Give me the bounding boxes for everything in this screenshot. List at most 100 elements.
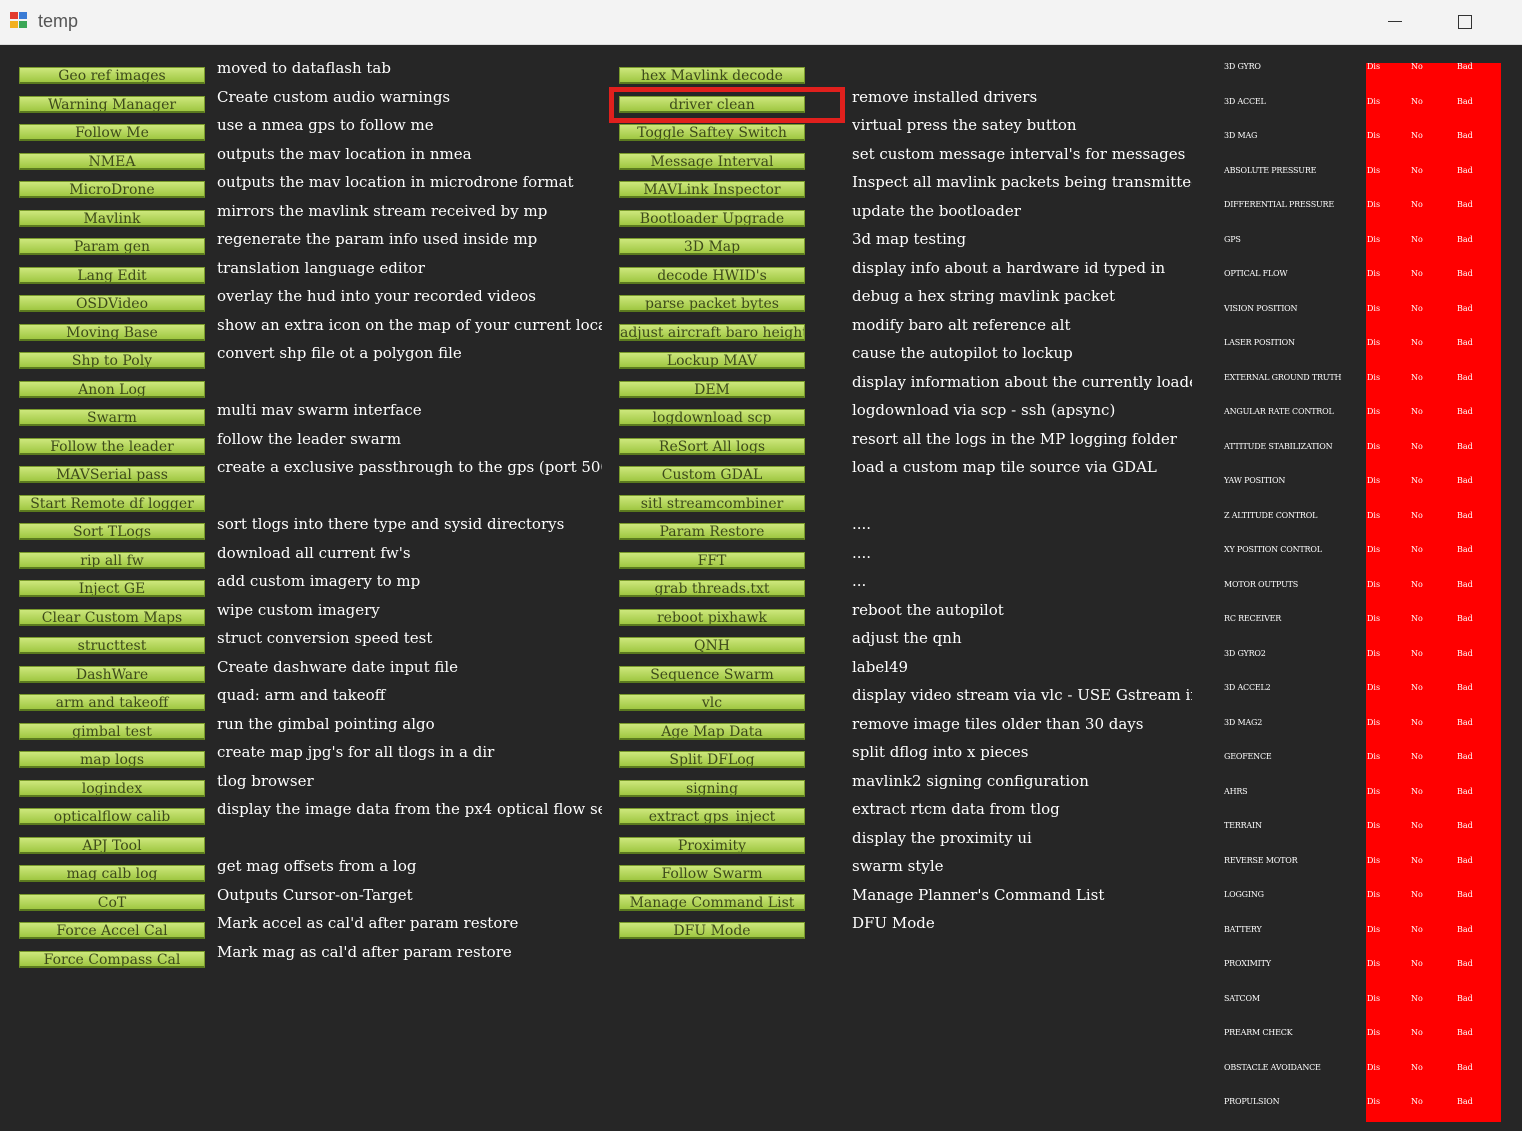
lang-edit-description: translation language editor <box>217 258 425 277</box>
apj-tool-button[interactable]: APJ Tool <box>19 836 205 854</box>
opticalflow-calib-button[interactable]: opticalflow calib <box>19 808 205 825</box>
driver-clean-button[interactable]: driver clean <box>619 95 805 113</box>
rip-all-fw-button[interactable]: rip all fw <box>19 551 205 569</box>
param-restore-button[interactable]: Param Restore <box>619 523 805 540</box>
gimbal-test-button[interactable]: gimbal test <box>19 722 205 740</box>
cot-button[interactable]: CoT <box>19 893 205 911</box>
dem-button[interactable]: DEM <box>619 380 805 398</box>
vlc-button[interactable]: vlc <box>619 694 805 711</box>
manage-command-list-button[interactable]: Manage Command List <box>619 893 805 911</box>
3d-map-button[interactable]: 3D Map <box>619 238 805 255</box>
bootloader-upgrade-button[interactable]: Bootloader Upgrade <box>619 209 805 227</box>
hex-mavlink-decode-button[interactable]: hex Mavlink decode <box>619 67 805 84</box>
start-remote-df-logger-button[interactable]: Start Remote df logger <box>19 494 205 512</box>
osdvideo-button[interactable]: OSDVideo <box>19 295 205 312</box>
mag-calb-log-button[interactable]: mag calb log <box>19 865 205 882</box>
rip-all-fw-description: download all current fw's <box>217 543 411 562</box>
resort-all-logs-button[interactable]: ReSort All logs <box>619 437 805 455</box>
lang-edit-button[interactable]: Lang Edit <box>19 266 205 284</box>
sensor-status-dis: Dis <box>1367 890 1381 899</box>
extract-gps-inject-button[interactable]: extract gps_inject <box>619 808 805 825</box>
clear-custom-maps-button[interactable]: Clear Custom Maps <box>19 608 205 626</box>
sitl-streamcombiner-button[interactable]: sitl streamcombiner <box>619 494 805 512</box>
sensor-status-bad: Bad <box>1457 614 1473 623</box>
sensor-status-no: No <box>1411 890 1423 899</box>
inject-ge-button[interactable]: Inject GE <box>19 580 205 597</box>
grab-threads-txt-button[interactable]: grab threads.txt <box>619 580 805 597</box>
cot-description: Outputs Cursor-on-Target <box>217 885 413 904</box>
moving-base-description: show an extra icon on the map of your cu… <box>217 315 602 334</box>
sensor-status-dis: Dis <box>1367 821 1381 830</box>
nmea-button[interactable]: NMEA <box>19 152 205 170</box>
sensor-status-dis: Dis <box>1367 476 1381 485</box>
age-map-data-button[interactable]: Age Map Data <box>619 722 805 740</box>
fft-button[interactable]: FFT <box>619 551 805 569</box>
decode-hwid-s-button[interactable]: decode HWID's <box>619 266 805 284</box>
dfu-mode-description: DFU Mode <box>852 914 935 932</box>
sensor-name-rc-receiver: RC RECEIVER <box>1224 614 1282 623</box>
sort-tlogs-button[interactable]: Sort TLogs <box>19 523 205 540</box>
map-logs-button[interactable]: map logs <box>19 751 205 768</box>
mavlink-inspector-button[interactable]: MAVLink Inspector <box>619 181 805 198</box>
structtest-button[interactable]: structtest <box>19 637 205 654</box>
custom-gdal-description: load a custom map tile source via GDAL <box>852 458 1157 476</box>
sensor-status-bad: Bad <box>1457 165 1473 175</box>
age-map-data-description: remove image tiles older than 30 days <box>852 714 1144 733</box>
sensor-status-dis: Dis <box>1367 752 1381 761</box>
split-dflog-button[interactable]: Split DFLog <box>619 751 805 768</box>
dem-description: display information about the currently … <box>852 372 1192 391</box>
lockup-mav-button[interactable]: Lockup MAV <box>619 352 805 369</box>
sensor-status-no: No <box>1411 924 1423 934</box>
adjust-aircraft-baro-height-button[interactable]: adjust aircraft baro height <box>619 323 805 341</box>
sensor-status-dis: Dis <box>1367 234 1381 244</box>
toggle-saftey-switch-button[interactable]: Toggle Saftey Switch <box>619 124 805 141</box>
moving-base-button[interactable]: Moving Base <box>19 323 205 341</box>
sensor-status-no: No <box>1411 62 1423 71</box>
maximize-icon[interactable] <box>1450 8 1480 36</box>
follow-the-leader-button[interactable]: Follow the leader <box>19 437 205 455</box>
mavlink-button[interactable]: Mavlink <box>19 209 205 227</box>
dfu-mode-button[interactable]: DFU Mode <box>619 922 805 939</box>
sensor-status-bad: Bad <box>1457 752 1473 761</box>
sensor-status-dis: Dis <box>1367 338 1381 347</box>
follow-me-button[interactable]: Follow Me <box>19 124 205 141</box>
shp-to-poly-button[interactable]: Shp to Poly <box>19 352 205 369</box>
signing-button[interactable]: signing <box>619 779 805 797</box>
sensor-status-no: No <box>1411 407 1423 416</box>
sensor-status-no: No <box>1411 96 1423 106</box>
manage-command-list-description: Manage Planner's Command List <box>852 885 1105 904</box>
clear-custom-maps-description: wipe custom imagery <box>217 600 380 619</box>
minimize-icon[interactable] <box>1380 8 1410 36</box>
swarm-button[interactable]: Swarm <box>19 409 205 426</box>
sensor-status-no: No <box>1411 1028 1423 1037</box>
warning-manager-button[interactable]: Warning Manager <box>19 95 205 113</box>
sensor-name-differential-pressure: DIFFERENTIAL PRESSURE <box>1224 200 1334 209</box>
logdownload-scp-button[interactable]: logdownload scp <box>619 409 805 426</box>
qnh-button[interactable]: QNH <box>619 637 805 654</box>
mavserial-pass-button[interactable]: MAVSerial pass <box>19 466 205 483</box>
proximity-button[interactable]: Proximity <box>619 836 805 854</box>
sensor-name-ahrs: AHRS <box>1224 786 1248 796</box>
sensor-name-3d-mag2: 3D MAG2 <box>1224 717 1263 727</box>
sensor-status-dis: Dis <box>1367 579 1381 589</box>
message-interval-button[interactable]: Message Interval <box>619 152 805 170</box>
logindex-button[interactable]: logindex <box>19 779 205 797</box>
sensor-name-optical-flow: OPTICAL FLOW <box>1224 269 1288 278</box>
reboot-pixhawk-button[interactable]: reboot pixhawk <box>619 608 805 626</box>
sequence-swarm-button[interactable]: Sequence Swarm <box>619 665 805 683</box>
dashware-button[interactable]: DashWare <box>19 665 205 683</box>
sensor-status-bad: Bad <box>1457 131 1473 140</box>
sort-tlogs-description: sort tlogs into there type and sysid dir… <box>217 515 565 533</box>
geo-ref-images-button[interactable]: Geo ref images <box>19 67 205 84</box>
follow-swarm-button[interactable]: Follow Swarm <box>619 865 805 882</box>
param-gen-button[interactable]: Param gen <box>19 238 205 255</box>
anon-log-button[interactable]: Anon Log <box>19 380 205 398</box>
parse-packet-bytes-button[interactable]: parse packet bytes <box>619 295 805 312</box>
microdrone-button[interactable]: MicroDrone <box>19 181 205 198</box>
sensor-status-dis: Dis <box>1367 372 1381 382</box>
force-compass-cal-button[interactable]: Force Compass Cal <box>19 950 205 968</box>
arm-and-takeoff-button[interactable]: arm and takeoff <box>19 694 205 711</box>
force-accel-cal-button[interactable]: Force Accel Cal <box>19 922 205 939</box>
lockup-mav-description: cause the autopilot to lockup <box>852 344 1073 362</box>
custom-gdal-button[interactable]: Custom GDAL <box>619 466 805 483</box>
